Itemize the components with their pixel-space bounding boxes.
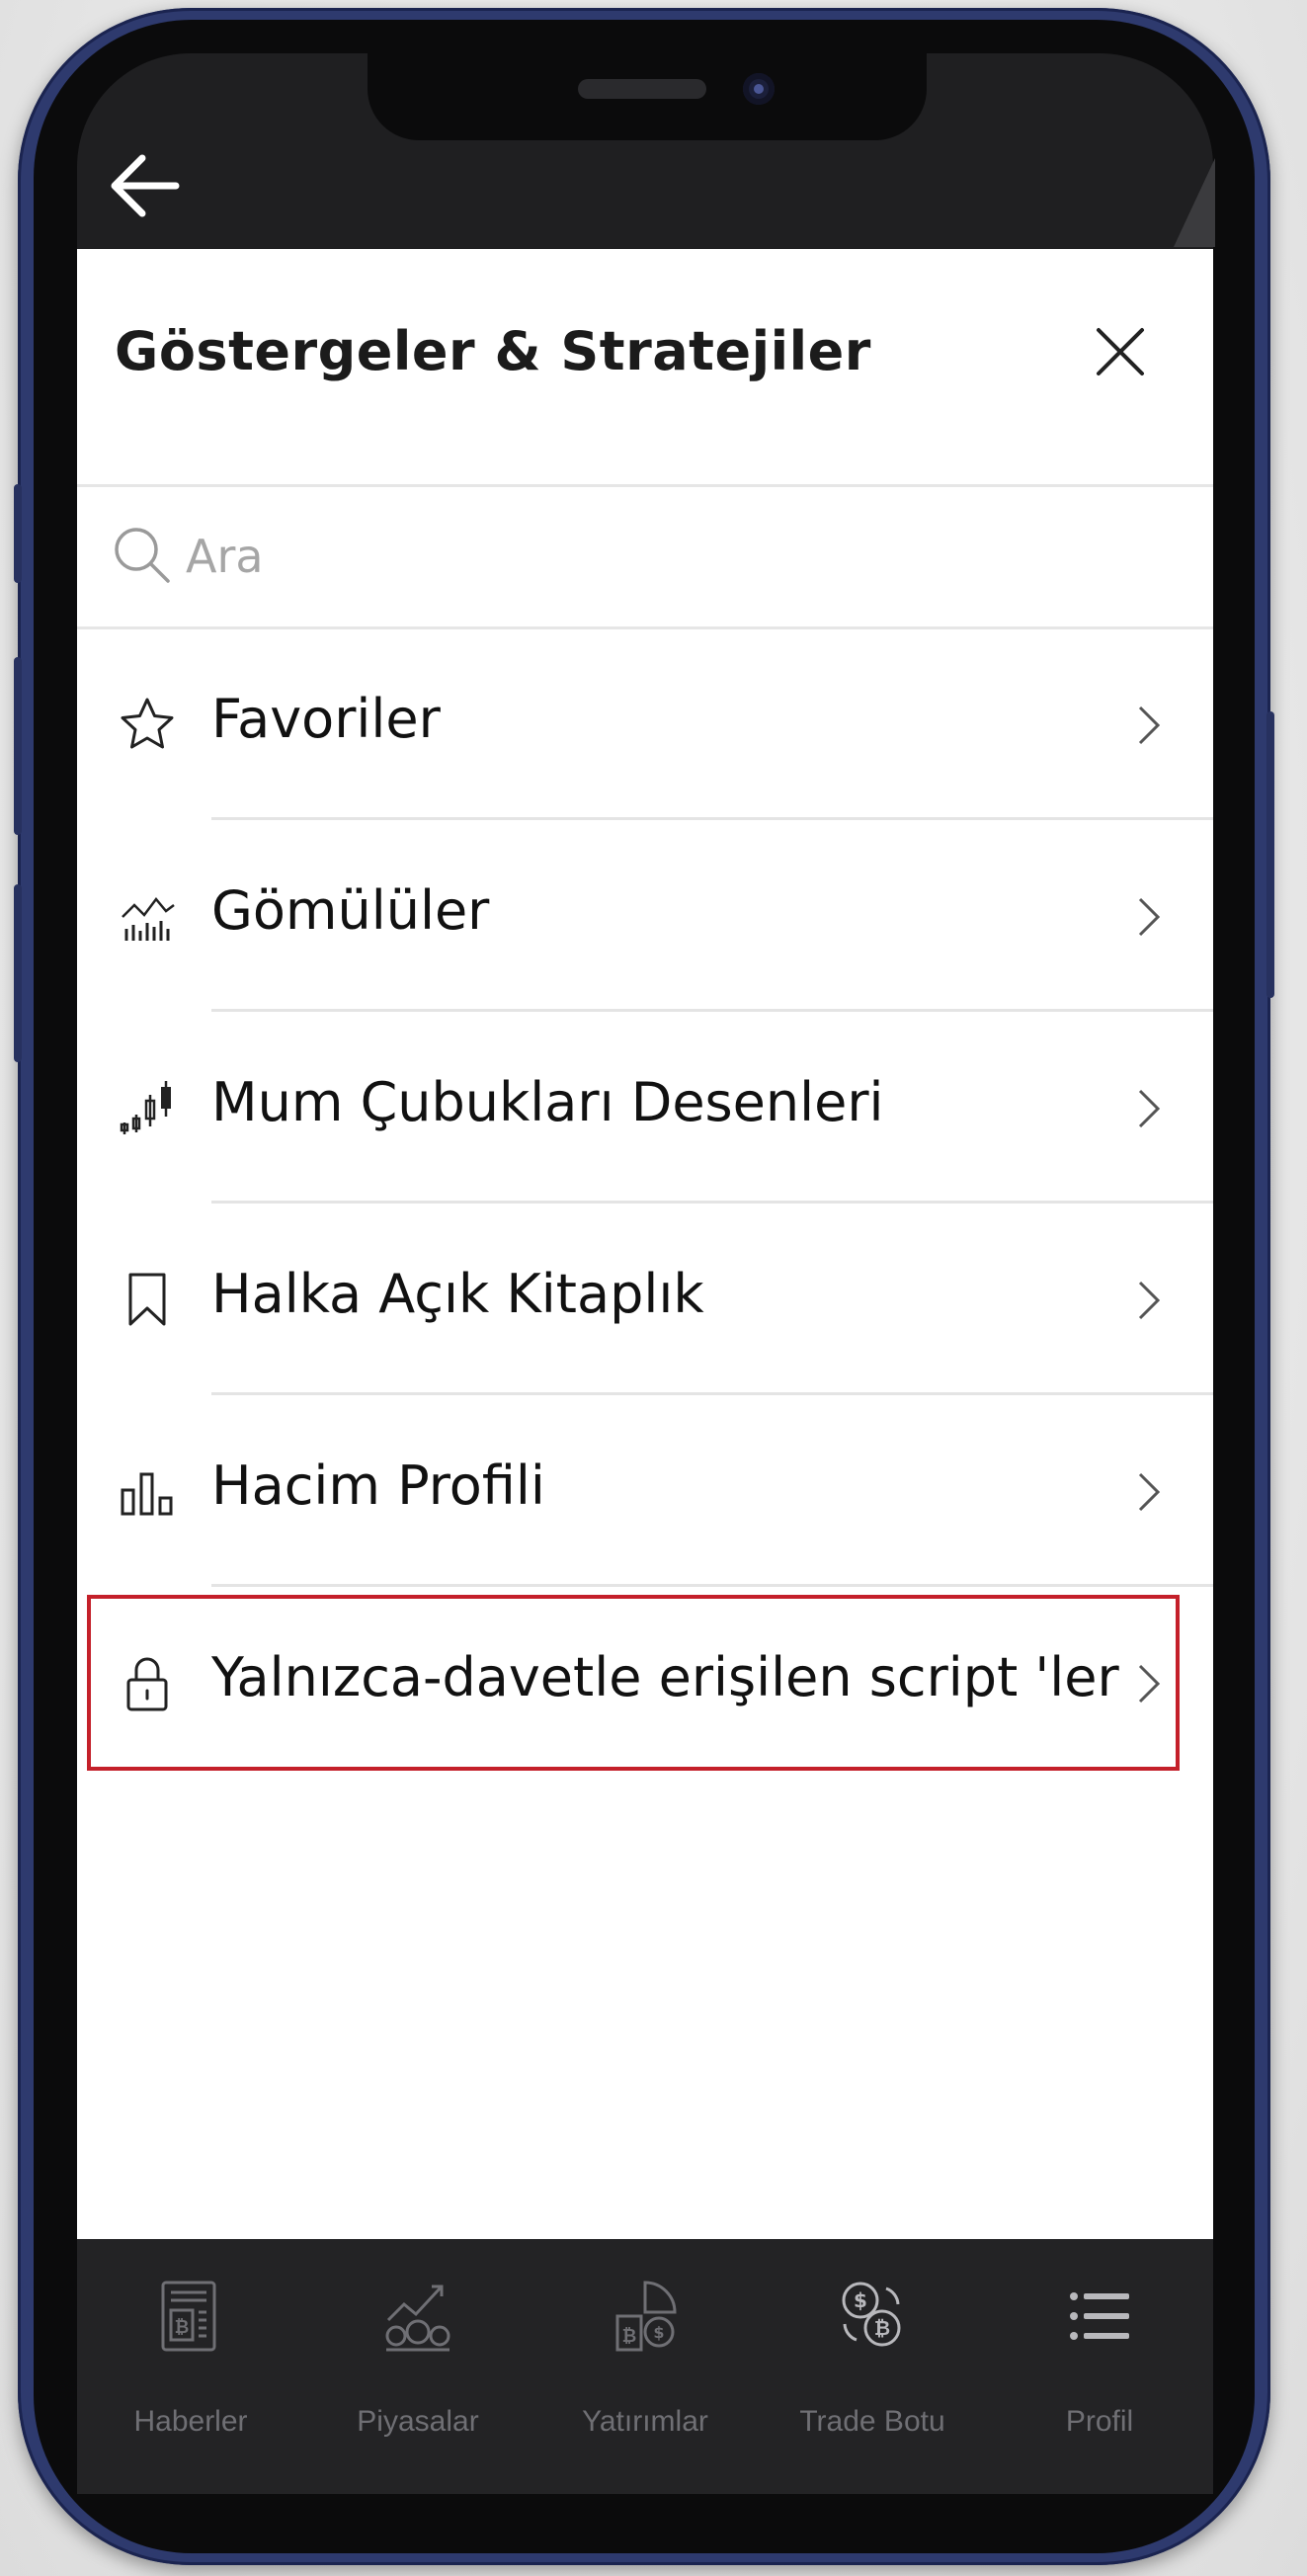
svg-text:₿: ₿ bbox=[622, 2326, 637, 2347]
lock-icon bbox=[126, 1657, 168, 1711]
page-title: Göstergeler & Stratejiler bbox=[115, 320, 871, 382]
menu-item-public-library[interactable]: Halka Açık Kitaplık bbox=[77, 1204, 1213, 1395]
chevron-right-icon bbox=[1138, 897, 1161, 937]
menu-item-label: Halka Açık Kitaplık bbox=[211, 1263, 704, 1325]
menu-item-label: Yalnızca-davetle erişilen script 'ler bbox=[211, 1646, 1119, 1708]
page-curl bbox=[1174, 158, 1215, 247]
tab-profile[interactable]: Profil bbox=[986, 2239, 1213, 2494]
front-camera bbox=[743, 73, 775, 105]
menu-item-volume-profile[interactable]: Hacim Profili bbox=[77, 1395, 1213, 1587]
menu-item-label: Gömülüler bbox=[211, 879, 490, 942]
menu-item-builtins[interactable]: Gömülüler bbox=[77, 820, 1213, 1012]
markets-icon bbox=[385, 2285, 450, 2352]
menu-item-invite-only-scripts[interactable]: Yalnızca-davetle erişilen script 'ler bbox=[77, 1587, 1213, 1779]
menu-item-candlestick-patterns[interactable]: Mum Çubukları Desenleri bbox=[77, 1012, 1213, 1204]
svg-text:₿: ₿ bbox=[874, 2316, 890, 2340]
tab-news[interactable]: ₿ Haberler bbox=[77, 2239, 304, 2494]
side-button-right bbox=[1266, 711, 1274, 998]
back-arrow-icon[interactable] bbox=[107, 148, 182, 223]
tab-label: Profil bbox=[1065, 2405, 1134, 2438]
trade-bot-icon: $ ₿ bbox=[842, 2282, 901, 2347]
speaker-grille bbox=[578, 79, 706, 99]
tab-investments[interactable]: ₿ $ Yatırımlar bbox=[531, 2239, 759, 2494]
chevron-right-icon bbox=[1138, 1281, 1161, 1320]
volume-profile-icon bbox=[121, 1472, 173, 1516]
tab-markets[interactable]: Piyasalar bbox=[304, 2239, 531, 2494]
menu-item-favorites[interactable]: Favoriler bbox=[77, 628, 1213, 820]
bookmark-icon bbox=[128, 1273, 166, 1326]
menu-item-label: Mum Çubukları Desenleri bbox=[211, 1071, 884, 1133]
tab-label: Haberler bbox=[133, 2405, 248, 2438]
chevron-right-icon bbox=[1138, 1472, 1161, 1512]
search-bar[interactable] bbox=[77, 488, 1213, 628]
candlestick-icon bbox=[120, 1081, 171, 1134]
investments-icon: ₿ $ bbox=[615, 2281, 677, 2352]
chevron-right-icon bbox=[1138, 1089, 1161, 1128]
newspaper-icon: ₿ bbox=[161, 2281, 216, 2352]
side-button-left-3 bbox=[14, 884, 22, 1062]
chevron-right-icon bbox=[1138, 706, 1161, 745]
search-icon bbox=[115, 528, 170, 583]
builtin-chart-icon bbox=[122, 896, 175, 941]
side-button-left-2 bbox=[14, 657, 22, 835]
menu-item-label: Favoriler bbox=[211, 688, 441, 750]
svg-text:$: $ bbox=[854, 2288, 867, 2312]
header-divider bbox=[77, 484, 1213, 487]
tab-label: Piyasalar bbox=[357, 2405, 479, 2438]
tab-label: Yatırımlar bbox=[582, 2405, 708, 2438]
svg-text:$: $ bbox=[653, 2323, 664, 2342]
bottom-tab-bar: ₿ Haberler Piyasalar ₿ $ Yatırımlar $ ₿ … bbox=[77, 2239, 1213, 2494]
search-input[interactable] bbox=[184, 518, 1077, 595]
close-icon[interactable] bbox=[1083, 314, 1158, 389]
tab-trade-bot[interactable]: $ ₿ Trade Botu bbox=[759, 2239, 986, 2494]
indicator-category-list: Favoriler Gömülüler Mum Çubukları Desenl… bbox=[77, 628, 1213, 1779]
side-button-left-1 bbox=[14, 484, 22, 583]
indicators-panel: Göstergeler & Stratejiler Favoriler bbox=[77, 249, 1213, 2239]
tab-label: Trade Botu bbox=[799, 2405, 945, 2438]
menu-list-icon bbox=[1070, 2292, 1129, 2340]
star-icon bbox=[121, 698, 174, 749]
svg-text:₿: ₿ bbox=[175, 2317, 190, 2338]
chevron-right-icon bbox=[1138, 1664, 1161, 1703]
menu-item-label: Hacim Profili bbox=[211, 1454, 545, 1517]
